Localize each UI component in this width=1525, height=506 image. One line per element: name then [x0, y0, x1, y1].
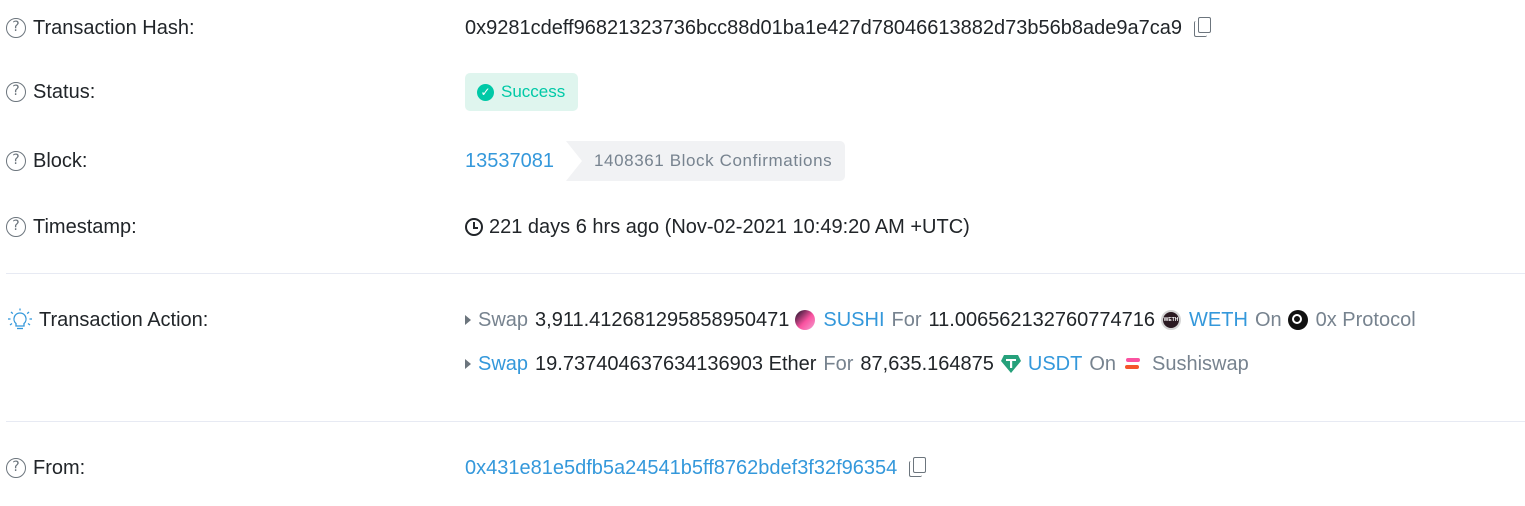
- from-label: From:: [33, 456, 86, 479]
- tx-action-row: Transaction Action: Swap 3,911.412681295…: [0, 300, 1525, 340]
- timestamp-label: Timestamp:: [33, 215, 137, 238]
- tx-hash-row: ? Transaction Hash: 0x9281cdeff968213237…: [0, 8, 1525, 48]
- status-value-cell: ✓ Success: [465, 72, 579, 112]
- from-label-cell: ? From:: [6, 448, 85, 488]
- tx-action-line-2: Swap 19.737404637634136903 Ether For 87,…: [465, 344, 1249, 384]
- timestamp-value: 221 days 6 hrs ago (Nov-02-2021 10:49:20…: [489, 215, 970, 238]
- action-for-word: For: [823, 352, 854, 375]
- lightbulb-icon: [8, 308, 32, 330]
- timestamp-row: ? Timestamp: 221 days 6 hrs ago (Nov-02-…: [0, 207, 1525, 247]
- action-protocol: Sushiswap: [1152, 352, 1249, 375]
- question-circle-icon[interactable]: ?: [6, 458, 26, 478]
- action-protocol: 0x Protocol: [1315, 308, 1416, 331]
- tx-action-label-cell: Transaction Action:: [6, 300, 208, 340]
- copy-icon[interactable]: [909, 457, 929, 479]
- block-confirmations-badge: 1408361 Block Confirmations: [565, 141, 846, 181]
- tx-hash-label: Transaction Hash:: [33, 16, 195, 39]
- tx-action-label: Transaction Action:: [39, 308, 209, 331]
- usdt-token-icon: [1000, 355, 1021, 373]
- status-badge: ✓ Success: [465, 73, 579, 111]
- action-verb-link[interactable]: Swap: [478, 353, 528, 376]
- copy-icon[interactable]: [1194, 17, 1214, 39]
- action-amount-out: 11.006562132760774716: [928, 308, 1156, 331]
- tx-hash-value-cell: 0x9281cdeff96821323736bcc88d01ba1e427d78…: [465, 8, 1214, 48]
- question-circle-icon[interactable]: ?: [6, 217, 26, 237]
- section-divider: [6, 421, 1525, 422]
- status-label-cell: ? Status:: [6, 72, 95, 112]
- tx-hash-label-cell: ? Transaction Hash:: [6, 8, 195, 48]
- question-circle-icon[interactable]: ?: [6, 151, 26, 171]
- tx-action-line-1: Swap 3,911.412681295858950471 SUSHI For …: [465, 300, 1416, 340]
- timestamp-label-cell: ? Timestamp:: [6, 207, 137, 247]
- action-on-word: On: [1254, 308, 1282, 331]
- check-circle-icon: ✓: [477, 83, 494, 101]
- weth-token-icon: [1161, 310, 1182, 330]
- action-amount-out: 87,635.164875: [860, 352, 994, 375]
- section-divider: [6, 273, 1525, 274]
- status-label: Status:: [33, 80, 96, 103]
- action-on-word: On: [1089, 352, 1117, 375]
- caret-right-icon: [465, 359, 471, 369]
- sushi-token-icon: [795, 310, 816, 330]
- status-value: Success: [501, 82, 566, 101]
- caret-right-icon: [465, 315, 471, 325]
- from-row: ? From: 0x431e81e5dfb5a24541b5ff8762bdef…: [0, 448, 1525, 488]
- tx-action-row-2: Swap 19.737404637634136903 Ether For 87,…: [0, 344, 1525, 384]
- 0x-protocol-icon: [1287, 310, 1308, 330]
- clock-icon: [465, 218, 483, 236]
- status-row: ? Status: ✓ Success: [0, 72, 1525, 112]
- block-number-link[interactable]: 13537081: [465, 150, 554, 173]
- question-circle-icon[interactable]: ?: [6, 82, 26, 102]
- action-token-in-link[interactable]: SUSHI: [823, 309, 884, 332]
- timestamp-value-cell: 221 days 6 hrs ago (Nov-02-2021 10:49:20…: [465, 207, 970, 247]
- block-label: Block:: [33, 149, 88, 172]
- question-circle-icon[interactable]: ?: [6, 18, 26, 38]
- from-value-cell: 0x431e81e5dfb5a24541b5ff8762bdef3f32f963…: [465, 448, 929, 488]
- block-label-cell: ? Block:: [6, 141, 87, 181]
- action-token-out-link[interactable]: WETH: [1189, 309, 1248, 332]
- block-row: ? Block: 13537081 1408361 Block Confirma…: [0, 141, 1525, 181]
- action-amount-in: 3,911.412681295858950471: [535, 308, 790, 331]
- action-amount-in: 19.737404637634136903 Ether: [535, 352, 817, 375]
- from-address-link[interactable]: 0x431e81e5dfb5a24541b5ff8762bdef3f32f963…: [465, 457, 897, 480]
- tx-hash-value: 0x9281cdeff96821323736bcc88d01ba1e427d78…: [465, 16, 1183, 39]
- action-token-out-link[interactable]: USDT: [1028, 353, 1082, 376]
- action-for-word: For: [891, 308, 922, 331]
- sushiswap-icon: [1125, 358, 1141, 369]
- block-value-cell: 13537081 1408361 Block Confirmations: [465, 141, 846, 181]
- action-verb: Swap: [478, 308, 529, 331]
